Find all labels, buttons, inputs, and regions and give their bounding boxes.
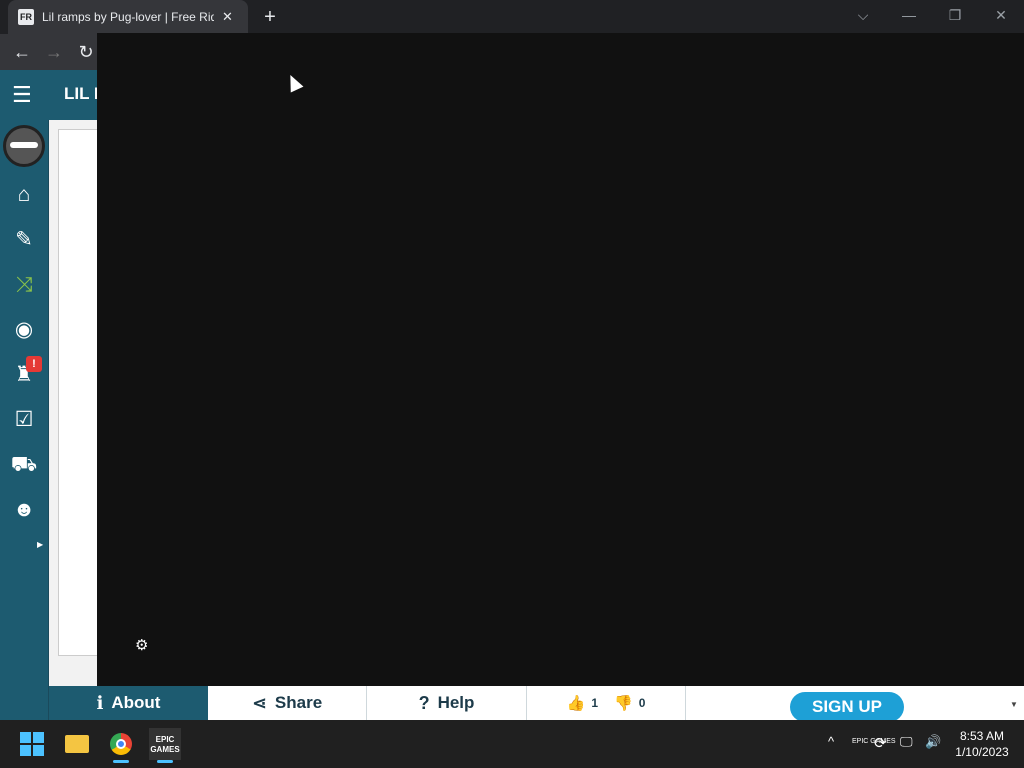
maximize-button[interactable]: ❐ — [932, 0, 978, 30]
tray-chevron-icon[interactable]: ^ — [828, 734, 834, 749]
clock-date: 1/10/2023 — [955, 745, 1009, 759]
help-button[interactable]: ? Help — [367, 686, 527, 720]
chrome-icon — [110, 733, 132, 755]
browser-tabstrip: FR Lil ramps by Pug-lover | Free Rider ✕… — [0, 0, 1024, 34]
new-tab-button[interactable]: + — [258, 6, 282, 28]
minimize-button[interactable]: — — [886, 0, 932, 30]
thumbs-down-icon[interactable]: 👎 — [614, 694, 633, 712]
sign-up-button[interactable]: SIGN UP — [790, 692, 904, 722]
forward-button[interactable]: → — [42, 40, 66, 64]
tab-search-icon[interactable]: ⌵ — [840, 0, 886, 30]
taskbar-clock[interactable]: 8:53 AM 1/10/2023 — [950, 728, 1014, 760]
share-icon: ⋖ — [251, 692, 267, 713]
vote-controls: 👍 1 👎 0 — [527, 686, 686, 720]
shuffle-icon[interactable]: ⤨ — [6, 267, 42, 303]
about-button[interactable]: ℹ About — [49, 686, 208, 720]
file-explorer-button[interactable] — [61, 728, 93, 760]
checklist-icon[interactable]: ☑ — [6, 402, 42, 438]
windows-logo-icon — [20, 732, 44, 756]
avatar[interactable] — [3, 125, 45, 167]
site-favicon-icon: FR — [18, 9, 34, 25]
globe-icon[interactable]: ◉ — [6, 312, 42, 348]
like-count: 1 — [591, 696, 598, 710]
sync-icon[interactable]: ⟳ — [874, 734, 887, 752]
chrome-active-indicator — [113, 760, 129, 763]
cart-icon[interactable]: ⛟ — [6, 447, 42, 483]
tab-title: Lil ramps by Pug-lover | Free Rider — [42, 10, 214, 24]
expand-arrow-icon[interactable]: ▶ — [37, 540, 43, 549]
network-icon[interactable]: 🖵 — [900, 734, 913, 750]
about-label: About — [111, 693, 161, 712]
close-window-button[interactable]: ✕ — [978, 0, 1024, 30]
help-icon: ? — [418, 692, 430, 713]
chrome-button[interactable] — [105, 728, 137, 760]
scroll-down-icon[interactable]: ▼ — [1010, 700, 1018, 709]
back-button[interactable]: ← — [10, 40, 34, 64]
volume-icon[interactable]: 🔊 — [925, 734, 941, 750]
sidebar: ⌂ ✎ ⤨ ◉ ♜ ! ☑ ⛟ ☻ ▶ — [0, 120, 48, 720]
start-button[interactable] — [16, 728, 48, 760]
folder-icon — [65, 735, 89, 753]
share-button[interactable]: ⋖ Share — [208, 686, 367, 720]
info-icon: ℹ — [96, 692, 104, 713]
reload-button[interactable]: ↻ — [74, 40, 98, 64]
share-label: Share — [274, 693, 323, 712]
bottom-action-bar: ℹ About ⋖ Share ? Help 👍 1 👎 0 SIGN UP ▼ — [49, 686, 1024, 722]
help-label: Help — [437, 693, 475, 712]
menu-collapse-icon[interactable]: ☰ — [12, 82, 50, 108]
edit-icon[interactable]: ✎ — [6, 222, 42, 258]
epic-active-indicator — [157, 760, 173, 763]
thumbs-up-icon[interactable]: 👍 — [567, 694, 586, 712]
dark-overlay-panel[interactable]: ⚙ — [97, 33, 1024, 686]
home-icon[interactable]: ⌂ — [6, 177, 42, 213]
epic-games-icon: EPIC GAMES — [149, 728, 181, 760]
notification-badge: ! — [26, 356, 42, 372]
epic-games-button[interactable]: EPIC GAMES — [149, 728, 181, 760]
browser-tab[interactable]: FR Lil ramps by Pug-lover | Free Rider ✕ — [8, 0, 248, 34]
clock-time: 8:53 AM — [959, 729, 1005, 743]
dislike-count: 0 — [638, 696, 646, 710]
tab-close-icon[interactable]: ✕ — [222, 9, 233, 25]
community-icon[interactable]: ☻ — [6, 492, 42, 528]
settings-gear-icon[interactable]: ⚙ — [135, 636, 148, 654]
taskbar: EPIC GAMES ^ EPIC GAMES ⟳ 🖵 🔊 8:53 AM 1/… — [0, 720, 1024, 768]
